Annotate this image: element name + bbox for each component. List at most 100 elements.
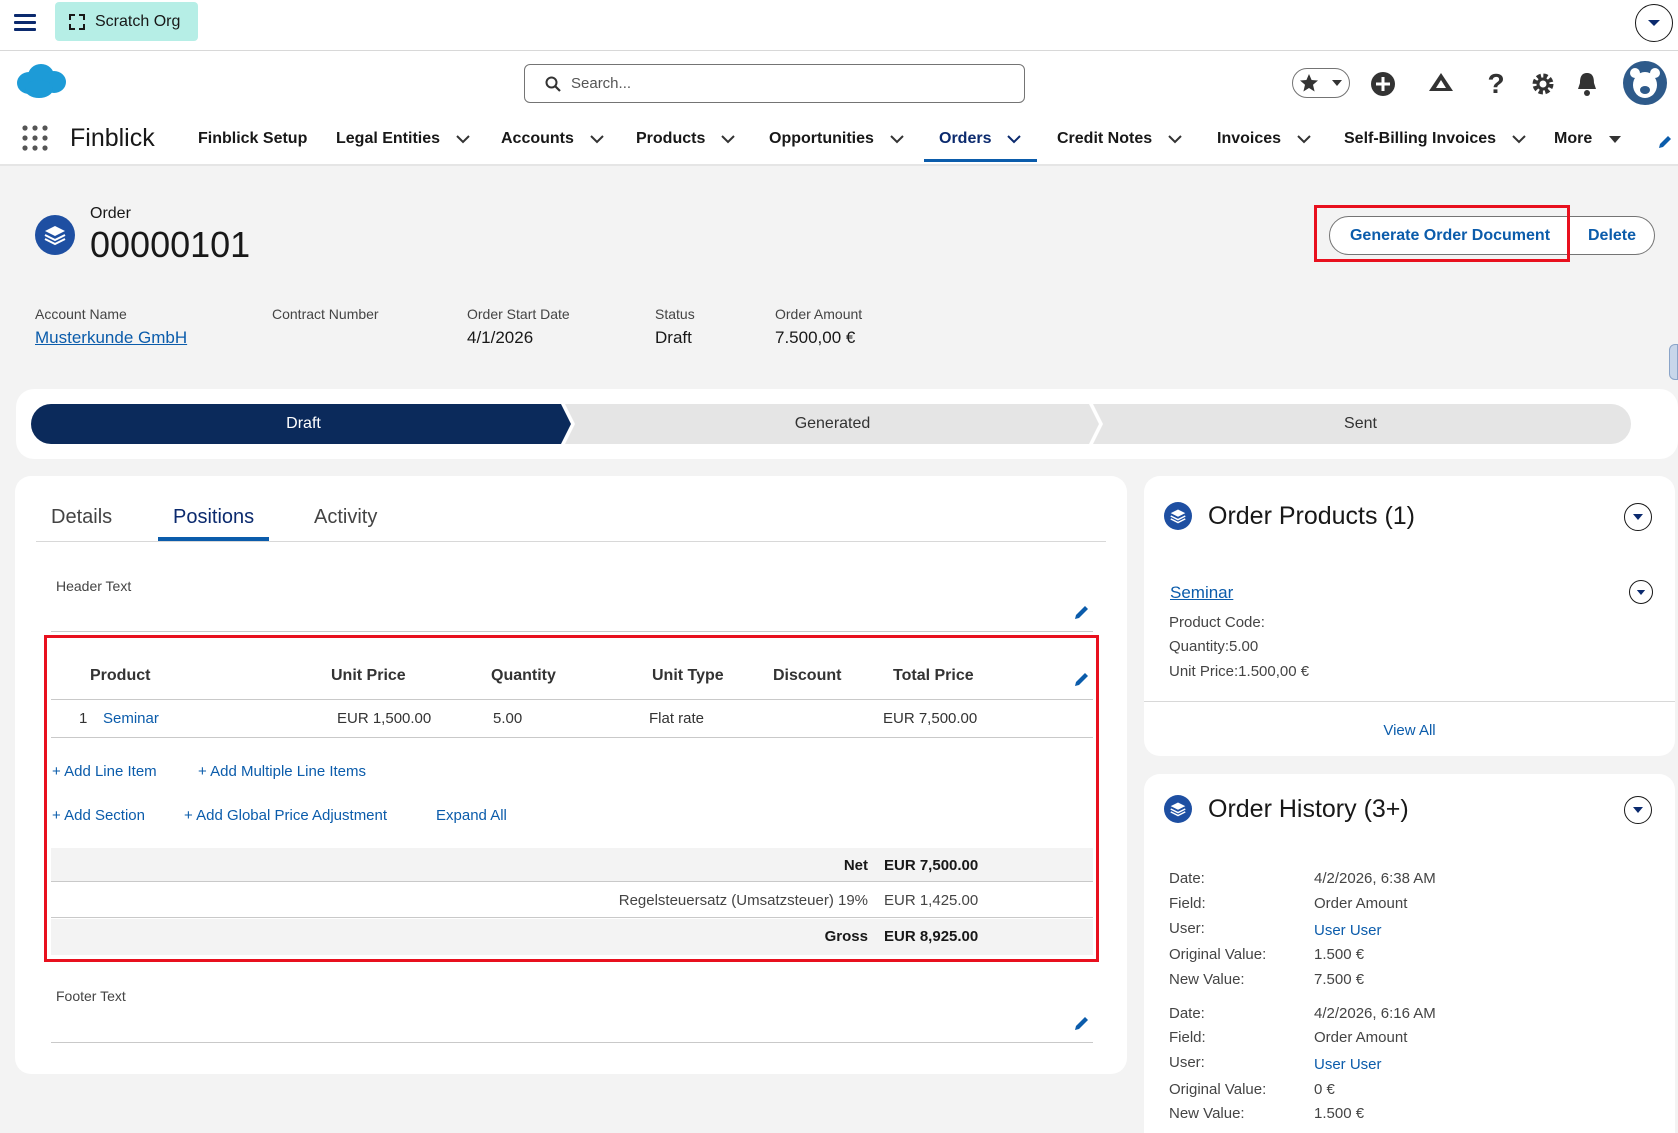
history-new-value: 7.500 €	[1314, 971, 1365, 988]
field-label-status: Status	[655, 306, 695, 322]
favorites-button[interactable]	[1292, 68, 1350, 98]
history-date-value: 4/2/2026, 6:38 AM	[1314, 870, 1436, 887]
product-quantity: Quantity:5.00	[1169, 638, 1259, 655]
chevron-down-icon[interactable]	[1635, 4, 1673, 42]
chevron-down-icon[interactable]	[1624, 503, 1652, 531]
order-history-icon	[1164, 795, 1192, 823]
notification-bell-icon[interactable]	[1575, 68, 1599, 100]
side-panel-toggle[interactable]	[1669, 344, 1678, 380]
field-label-order-amount: Order Amount	[775, 306, 863, 322]
order-history-title[interactable]: Order History (3+)	[1208, 795, 1409, 824]
path-stage-sent[interactable]: Sent	[1103, 404, 1618, 444]
history-date-label: Date:	[1169, 870, 1205, 887]
history-original-value: 1.500 €	[1314, 946, 1365, 963]
app-name: Finblick	[70, 124, 155, 152]
path-stage-draft[interactable]: Draft	[51, 404, 556, 444]
tabs-divider	[36, 541, 1106, 542]
divider	[1144, 701, 1675, 702]
order-amount-value: 7.500,00 €	[775, 328, 856, 347]
field-label-account-name: Account Name	[35, 306, 127, 322]
history-field-label: Field:	[1169, 895, 1206, 912]
chevron-down-icon[interactable]	[890, 134, 904, 144]
divider	[51, 631, 1093, 632]
chevron-down-icon	[1332, 80, 1342, 86]
add-icon[interactable]	[1370, 68, 1396, 100]
record-title: 00000101	[90, 224, 251, 265]
nav-item-legal-entities[interactable]: Legal Entities	[336, 130, 470, 148]
delete-button[interactable]: Delete	[1570, 216, 1655, 255]
path-stage-generated[interactable]: Generated	[575, 404, 1090, 444]
nav-item-invoices[interactable]: Invoices	[1217, 130, 1311, 148]
search-icon	[545, 76, 561, 92]
chevron-down-icon[interactable]	[1512, 134, 1526, 144]
footer-text-label: Footer Text	[56, 988, 126, 1004]
menu-icon[interactable]	[14, 14, 36, 32]
nav-item-credit-notes[interactable]: Credit Notes	[1057, 130, 1182, 148]
scratch-org-badge[interactable]: Scratch Org	[55, 2, 198, 41]
top-bar	[0, 0, 1678, 51]
salesforce-logo-icon[interactable]	[15, 63, 67, 104]
chevron-down-icon[interactable]	[590, 134, 604, 144]
field-label-contract-number: Contract Number	[272, 306, 379, 322]
history-original-label: Original Value:	[1169, 946, 1267, 963]
account-name-link[interactable]: Musterkunde GmbH	[35, 328, 187, 348]
trailhead-icon[interactable]	[1427, 68, 1455, 100]
edit-footer-text-icon[interactable]	[1073, 1014, 1091, 1037]
history-new-label: New Value:	[1169, 971, 1245, 988]
edit-nav-icon[interactable]	[1656, 133, 1674, 156]
nav-item-products[interactable]: Products	[636, 130, 736, 148]
tab-positions[interactable]: Positions	[173, 506, 254, 529]
edit-header-text-icon[interactable]	[1073, 603, 1091, 626]
user-avatar[interactable]	[1623, 61, 1667, 105]
chevron-down-icon[interactable]	[456, 134, 470, 144]
history-date-label: Date:	[1169, 1005, 1205, 1022]
app-launcher-icon[interactable]	[22, 125, 48, 156]
caret-down-icon[interactable]	[1608, 135, 1622, 144]
nav-item-finblick-setup[interactable]: Finblick Setup	[198, 130, 307, 148]
product-unit-price: Unit Price:1.500,00 €	[1169, 663, 1310, 680]
nav-item-self-billing-invoices[interactable]: Self-Billing Invoices	[1344, 130, 1526, 148]
history-new-value: 1.500 €	[1314, 1105, 1365, 1122]
nav-item-opportunities[interactable]: Opportunities	[769, 130, 904, 148]
object-type-label: Order	[90, 205, 131, 222]
scratch-org-label: Scratch Org	[95, 12, 181, 30]
order-start-date-value: 4/1/2026	[467, 328, 534, 347]
chevron-down-icon[interactable]	[1168, 134, 1182, 144]
history-original-label: Original Value:	[1169, 1081, 1267, 1098]
highlight-box	[44, 635, 1099, 962]
nav-item-orders[interactable]: Orders	[939, 130, 1022, 148]
order-products-title[interactable]: Order Products (1)	[1208, 502, 1415, 531]
field-label-order-start-date: Order Start Date	[467, 306, 570, 322]
active-nav-underline	[924, 159, 1037, 162]
history-original-value: 0 €	[1314, 1081, 1335, 1098]
view-all-link[interactable]: View All	[1144, 722, 1675, 739]
chevron-down-icon[interactable]	[1297, 134, 1311, 144]
chevron-down-icon[interactable]	[1624, 796, 1652, 824]
history-field-value: Order Amount	[1314, 1029, 1408, 1046]
history-user-link[interactable]: User User	[1314, 922, 1382, 939]
order-object-icon	[35, 215, 75, 255]
history-field-value: Order Amount	[1314, 895, 1408, 912]
star-icon	[1300, 74, 1318, 92]
chevron-down-icon[interactable]	[1629, 580, 1653, 604]
order-products-icon	[1164, 502, 1192, 530]
help-icon[interactable]: ?	[1486, 68, 1506, 100]
history-date-value: 4/2/2026, 6:16 AM	[1314, 1005, 1436, 1022]
search-input[interactable]: Search...	[524, 64, 1025, 103]
history-new-label: New Value:	[1169, 1105, 1245, 1122]
tab-activity[interactable]: Activity	[314, 506, 377, 529]
chevron-down-icon[interactable]	[1007, 134, 1022, 144]
dashed-square-icon	[69, 13, 85, 30]
nav-item-more[interactable]: More	[1554, 130, 1622, 148]
status-value: Draft	[655, 328, 692, 347]
history-user-label: User:	[1169, 1054, 1205, 1071]
tab-details[interactable]: Details	[51, 506, 112, 529]
search-placeholder: Search...	[571, 75, 632, 92]
product-seminar-link[interactable]: Seminar	[1170, 583, 1233, 603]
history-user-label: User:	[1169, 920, 1205, 937]
history-user-link[interactable]: User User	[1314, 1056, 1382, 1073]
gear-icon[interactable]	[1530, 68, 1556, 100]
product-code: Product Code:	[1169, 614, 1265, 631]
nav-item-accounts[interactable]: Accounts	[501, 130, 604, 148]
chevron-down-icon[interactable]	[721, 134, 736, 144]
